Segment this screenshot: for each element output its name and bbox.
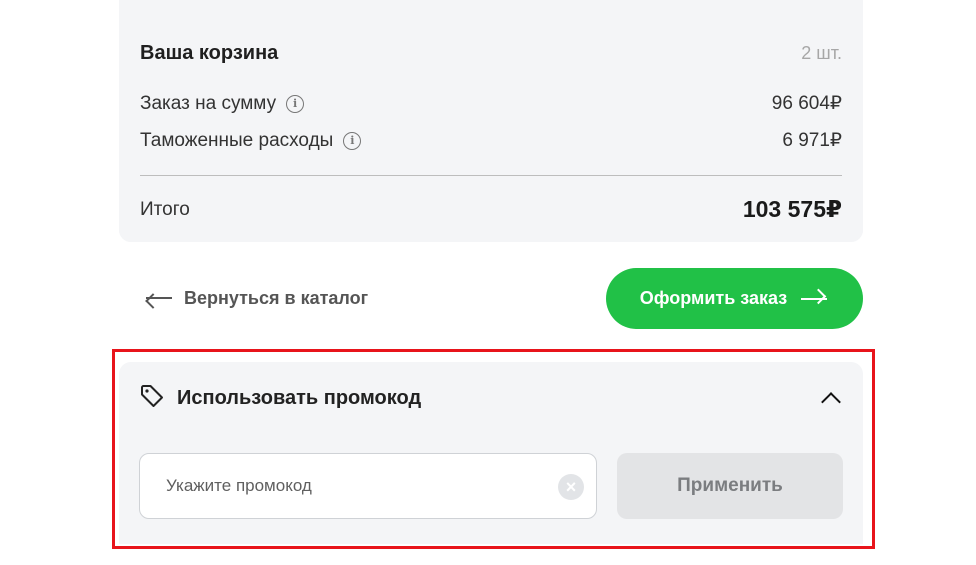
- cart-item-count: 2 шт.: [801, 43, 842, 63]
- order-sum-row: Заказ на сумму i 96 604₽: [140, 92, 842, 115]
- total-value: 103 575₽: [742, 196, 842, 222]
- arrow-right-icon: [801, 291, 829, 307]
- customs-row: Таможенные расходы i 6 971₽: [140, 129, 842, 152]
- back-to-catalog-label: Вернуться в каталог: [184, 287, 369, 308]
- info-icon[interactable]: i: [286, 94, 305, 113]
- checkout-button-label: Оформить заказ: [639, 288, 788, 308]
- back-to-catalog-link[interactable]: Вернуться в каталог: [144, 282, 368, 314]
- order-sum-label: Заказ на сумму: [140, 92, 277, 114]
- customs-value: 6 971₽: [782, 130, 842, 151]
- checkout-button[interactable]: Оформить заказ: [606, 268, 863, 329]
- customs-label: Таможенные расходы: [140, 129, 334, 151]
- info-icon[interactable]: i: [343, 131, 362, 150]
- page: Ваша корзина 2 шт. Заказ на сумму i 96 6…: [0, 0, 976, 565]
- total-row: Итого 103 575₽: [140, 196, 842, 223]
- arrow-left-icon: [144, 290, 172, 306]
- divider: [140, 175, 842, 176]
- order-sum-value: 96 604₽: [771, 93, 842, 114]
- total-label: Итого: [140, 198, 190, 220]
- cart-summary-card: Ваша корзина 2 шт. Заказ на сумму i 96 6…: [119, 0, 863, 242]
- cart-title: Ваша корзина: [140, 42, 279, 64]
- highlight-frame: [112, 349, 875, 549]
- cart-header: Ваша корзина 2 шт.: [140, 42, 842, 65]
